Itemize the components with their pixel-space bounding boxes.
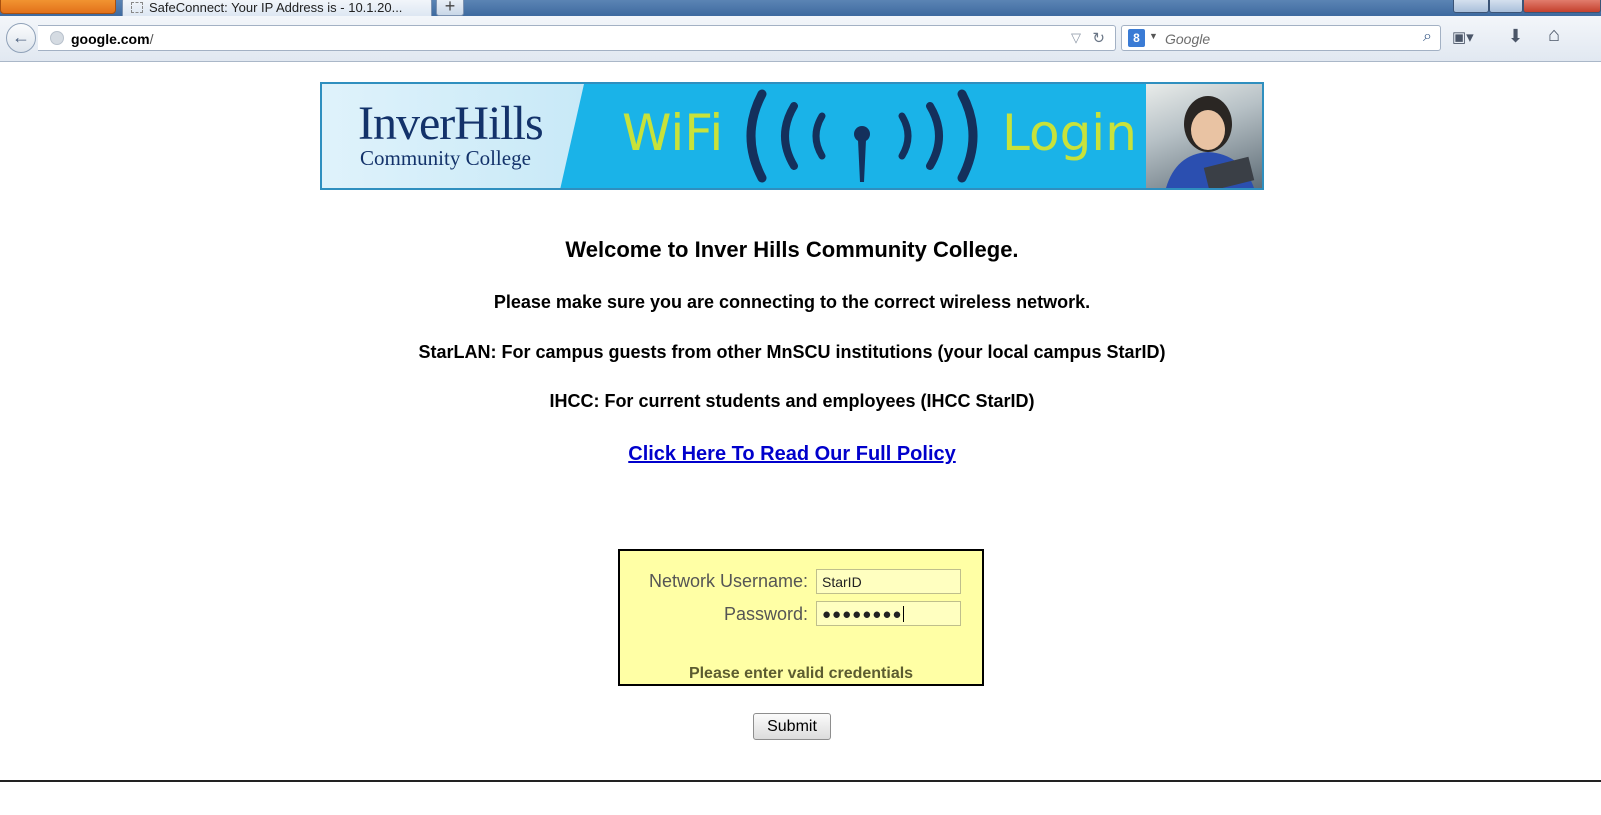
password-input[interactable]: ●●●●●●●● (816, 601, 961, 626)
search-input[interactable]: Google (1165, 31, 1210, 47)
url-text[interactable]: google.com/ (71, 31, 153, 47)
banner-wifi-text: WiFi (622, 104, 724, 162)
policy-link-row: Click Here To Read Our Full Policy (0, 443, 1584, 466)
window-titlebar: SafeConnect: Your IP Address is - 10.1.2… (0, 0, 1601, 17)
back-button[interactable]: ← (6, 23, 36, 53)
window-controls (1453, 0, 1601, 14)
login-form: Network Username: StarID Password: ●●●●●… (618, 549, 984, 686)
password-mask: ●●●●●●●● (822, 606, 903, 623)
student-photo-illustration (1166, 96, 1255, 188)
page-content: InverHills Community College WiFi Login (0, 63, 1601, 781)
search-engine-icon[interactable]: 8 (1128, 29, 1145, 47)
bookmarks-menu-icon[interactable]: ▣▾ (1452, 28, 1482, 48)
policy-link[interactable]: Click Here To Read Our Full Policy (628, 443, 956, 465)
wifi-signal-icon (746, 89, 978, 183)
text-cursor (903, 606, 905, 622)
tab-title: SafeConnect: Your IP Address is - 10.1.2… (149, 0, 403, 15)
reload-icon[interactable]: ↻ (1092, 29, 1105, 47)
submit-button[interactable]: Submit (753, 713, 831, 740)
back-arrow-icon: ← (12, 27, 30, 47)
tab-active[interactable]: SafeConnect: Your IP Address is - 10.1.2… (122, 0, 432, 17)
password-label: Password: (723, 604, 808, 624)
search-engine-dropdown-icon[interactable]: ▼ (1149, 31, 1158, 41)
college-logo-wordmark: InverHills (358, 97, 544, 150)
student-photo (1146, 84, 1262, 188)
maximize-button[interactable] (1489, 0, 1523, 13)
url-path: / (149, 31, 154, 47)
college-logo-panel: InverHills Community College (322, 84, 584, 188)
new-tab-button[interactable]: + (436, 0, 464, 16)
wifi-login-banner: InverHills Community College WiFi Login (320, 82, 1264, 190)
search-magnifier-icon[interactable]: ⌕ (1423, 28, 1432, 46)
downloads-icon[interactable]: ⬇ (1508, 26, 1523, 47)
url-bar[interactable]: google.com/ ▽ ↻ (38, 25, 1116, 51)
page-bottom (0, 782, 1601, 815)
error-message: Please enter valid credentials (688, 665, 914, 682)
banner-login-text: Login (1002, 104, 1137, 162)
starlan-info: StarLAN: For campus guests from other Mn… (418, 342, 1166, 362)
minimize-button[interactable] (1453, 0, 1489, 13)
firefox-menu-button[interactable] (0, 0, 116, 14)
ihcc-info: IHCC: For current students and employees… (549, 391, 1035, 411)
search-bar[interactable]: 8 ▼ Google ⌕ (1121, 25, 1441, 51)
username-label: Network Username: (648, 571, 808, 591)
url-domain: google.com (71, 31, 150, 47)
site-identity-icon[interactable] (50, 31, 64, 45)
bookmark-star-icon[interactable]: ▽ (1071, 30, 1081, 46)
home-icon[interactable]: ⌂ (1548, 24, 1560, 47)
network-notice: Please make sure you are connecting to t… (493, 292, 1091, 312)
navigation-toolbar: ← google.com/ ▽ ↻ 8 ▼ Google ⌕ ▣▾ ⬇ ⌂ (0, 16, 1601, 62)
page-favicon-icon (131, 2, 143, 13)
college-logo-subtitle: Community College (360, 146, 531, 170)
username-input[interactable]: StarID (816, 569, 961, 594)
welcome-heading: Welcome to Inver Hills Community College… (565, 237, 1019, 262)
close-window-button[interactable] (1523, 0, 1601, 13)
